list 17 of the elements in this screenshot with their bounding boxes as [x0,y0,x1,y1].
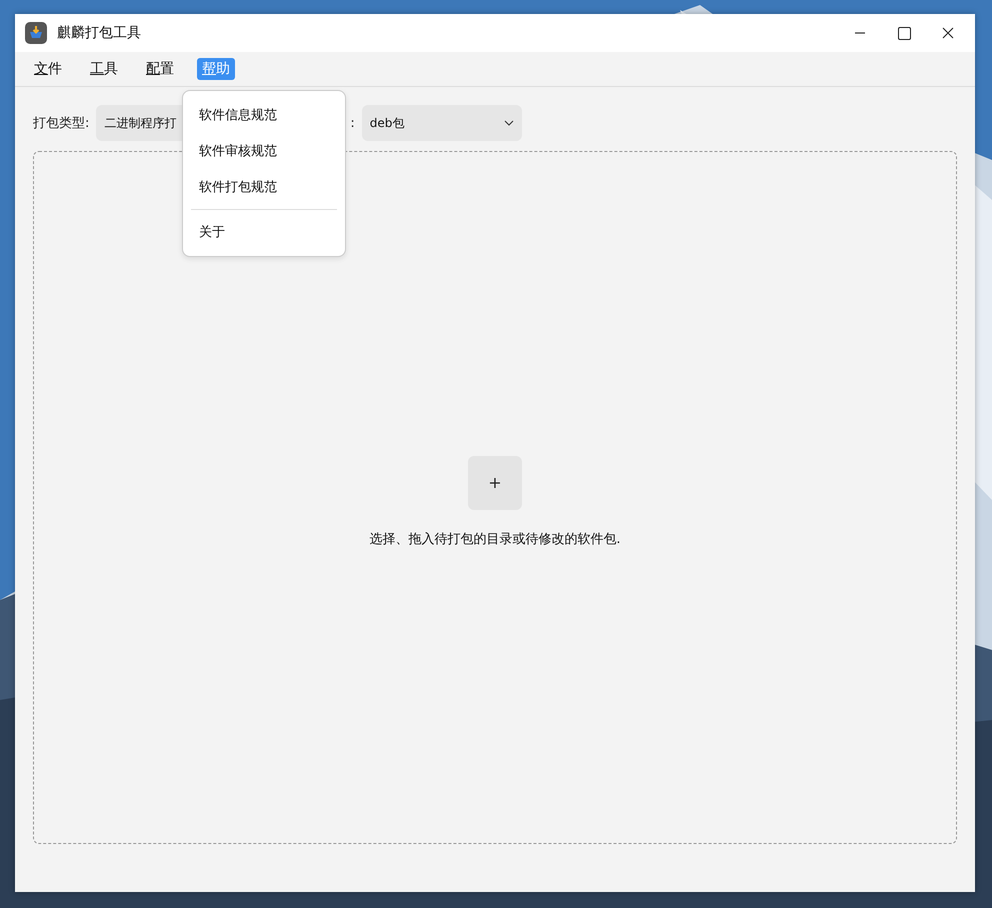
field-label: 打包类型: [33,115,90,132]
menu-option[interactable]: 关于 [183,214,345,250]
menu-item[interactable]: 配置 [141,58,179,80]
drop-hint: 选择、拖入待打包的目录或待修改的软件包. [369,530,621,548]
menu-item[interactable]: 工具 [85,58,123,80]
menu-item[interactable]: 文件 [29,58,67,80]
window-title: 麒麟打包工具 [57,24,142,42]
add-button[interactable]: + [468,456,522,510]
maximize-icon [898,26,910,40]
menu-option[interactable]: 软件打包规范 [183,169,345,205]
field-label: : [350,116,355,130]
menu-option[interactable]: 软件信息规范 [183,97,345,133]
app-icon [25,22,47,44]
chevron-down-icon [504,120,514,126]
package-format-dropdown[interactable]: deb包 [362,105,522,141]
close-icon [942,27,954,39]
minimize-icon [854,32,866,34]
